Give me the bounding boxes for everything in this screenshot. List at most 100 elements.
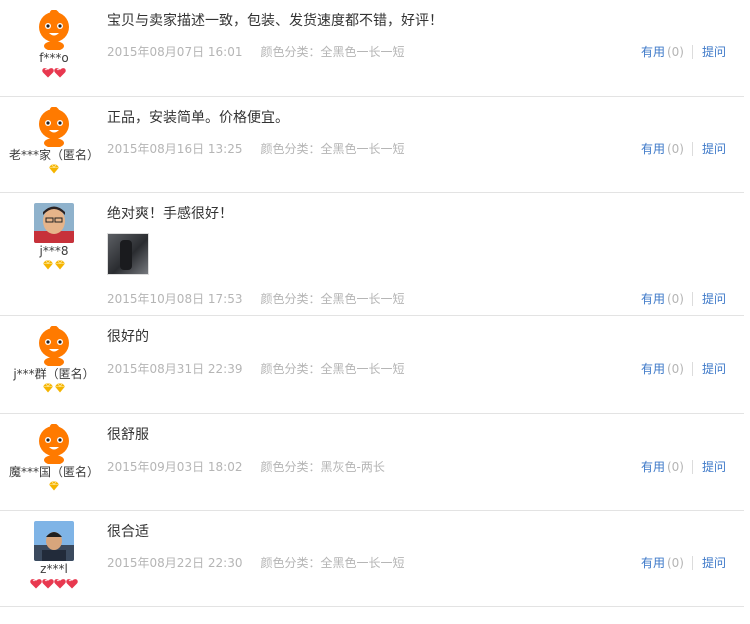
- review-body: 正品，安装简单。价格便宜。: [107, 109, 744, 127]
- useful-count: (0): [666, 460, 684, 474]
- useful-button[interactable]: 有用: [641, 460, 665, 474]
- buyer-level: [0, 481, 108, 493]
- useful-button[interactable]: 有用: [641, 362, 665, 376]
- useful-button[interactable]: 有用: [641, 45, 665, 59]
- useful-count: (0): [666, 556, 684, 570]
- divider: [691, 460, 693, 474]
- red-heart-icon: [30, 578, 42, 589]
- review-meta: 2015年08月16日 13:25 颜色分类：全黑色一长一短: [107, 140, 405, 157]
- user-photo-avatar-icon[interactable]: [34, 521, 74, 561]
- review-item: z***l 很合适 2015年08月22日 22:30 颜色分类：全黑色一长一短 …: [0, 511, 744, 607]
- ask-question-button[interactable]: 提问: [702, 45, 726, 59]
- red-heart-icon: [54, 578, 66, 589]
- review-date: 2015年08月31日 22:39: [107, 362, 243, 376]
- review-item: 老***家（匿名） 正品，安装简单。价格便宜。 2015年08月16日 13:2…: [0, 97, 744, 193]
- yellow-diamond-icon: [42, 383, 54, 393]
- red-heart-icon: [42, 67, 54, 78]
- divider: [691, 292, 693, 306]
- reviewer-name[interactable]: j***群（匿名）: [0, 367, 108, 381]
- useful-count: (0): [666, 142, 684, 156]
- review-item: j***8 绝对爽！手感很好！ 2015年10月08日 17:53 颜色分类：全黑…: [0, 193, 744, 316]
- sku-info: 颜色分类：全黑色一长一短: [260, 556, 405, 570]
- review-meta: 2015年08月07日 16:01 颜色分类：全黑色一长一短: [107, 43, 405, 60]
- review-item: 魔***国（匿名） 很舒服 2015年09月03日 18:02 颜色分类：黑灰色-…: [0, 414, 744, 511]
- reviewer-name[interactable]: 老***家（匿名）: [0, 148, 108, 162]
- ask-question-button[interactable]: 提问: [702, 556, 726, 570]
- ask-question-button[interactable]: 提问: [702, 460, 726, 474]
- yellow-diamond-icon: [48, 164, 60, 174]
- review-date: 2015年08月07日 16:01: [107, 45, 243, 59]
- buyer-level: [0, 578, 108, 590]
- review-photo-thumbnail[interactable]: [107, 233, 149, 275]
- review-text: 宝贝与卖家描述一致，包装、发货速度都不错，好评！: [107, 13, 443, 29]
- review-actions: 有用 (0) 提问: [641, 458, 726, 475]
- reviewer-name[interactable]: 魔***国（匿名）: [0, 465, 108, 479]
- useful-count: (0): [666, 292, 684, 306]
- buyer-level: [0, 67, 108, 79]
- review-text: 很舒服: [107, 427, 149, 443]
- review-text: 很合适: [107, 524, 149, 540]
- review-actions: 有用 (0) 提问: [641, 360, 726, 377]
- yellow-diamond-icon: [54, 383, 66, 393]
- ask-question-button[interactable]: 提问: [702, 142, 726, 156]
- reviewer: 老***家（匿名）: [0, 107, 108, 176]
- sku-info: 颜色分类：全黑色一长一短: [260, 362, 405, 376]
- reviewer: 魔***国（匿名）: [0, 424, 108, 493]
- buyer-level: [0, 383, 108, 395]
- review-meta: 2015年10月08日 17:53 颜色分类：全黑色一长一短: [107, 290, 405, 307]
- useful-button[interactable]: 有用: [641, 556, 665, 570]
- red-heart-icon: [42, 578, 54, 589]
- review-body: 很舒服: [107, 426, 744, 444]
- divider: [691, 556, 693, 570]
- review-body: 很好的: [107, 328, 744, 346]
- reviewer: f***o: [0, 10, 108, 79]
- review-actions: 有用 (0) 提问: [641, 554, 726, 571]
- reviewer: j***8: [0, 203, 108, 272]
- ask-question-button[interactable]: 提问: [702, 362, 726, 376]
- review-actions: 有用 (0) 提问: [641, 140, 726, 157]
- review-actions: 有用 (0) 提问: [641, 43, 726, 60]
- useful-button[interactable]: 有用: [641, 292, 665, 306]
- review-meta: 2015年09月03日 18:02 颜色分类：黑灰色-两长: [107, 458, 385, 475]
- divider: [691, 362, 693, 376]
- useful-count: (0): [666, 45, 684, 59]
- useful-count: (0): [666, 362, 684, 376]
- sku-info: 颜色分类：全黑色一长一短: [260, 45, 405, 59]
- review-date: 2015年10月08日 17:53: [107, 292, 243, 306]
- reviewer: z***l: [0, 521, 108, 590]
- taobao-doll-avatar-icon[interactable]: [34, 107, 74, 147]
- review-meta: 2015年08月31日 22:39 颜色分类：全黑色一长一短: [107, 360, 405, 377]
- sku-info: 颜色分类：全黑色一长一短: [260, 292, 405, 306]
- buyer-level: [0, 260, 108, 272]
- reviewer-name[interactable]: j***8: [0, 244, 108, 258]
- useful-button[interactable]: 有用: [641, 142, 665, 156]
- red-heart-icon: [66, 578, 78, 589]
- taobao-doll-avatar-icon[interactable]: [34, 326, 74, 366]
- sku-info: 颜色分类：黑灰色-两长: [260, 460, 385, 474]
- review-text: 绝对爽！手感很好！: [107, 206, 233, 222]
- review-date: 2015年09月03日 18:02: [107, 460, 243, 474]
- yellow-diamond-icon: [54, 260, 66, 270]
- review-item: j***群（匿名） 很好的 2015年08月31日 22:39 颜色分类：全黑色一…: [0, 316, 744, 414]
- divider: [691, 142, 693, 156]
- divider: [691, 45, 693, 59]
- buyer-level: [0, 164, 108, 176]
- sku-info: 颜色分类：全黑色一长一短: [260, 142, 405, 156]
- yellow-diamond-icon: [42, 260, 54, 270]
- yellow-diamond-icon: [48, 481, 60, 491]
- review-item: f***o 宝贝与卖家描述一致，包装、发货速度都不错，好评！ 2015年08月0…: [0, 0, 744, 97]
- taobao-doll-avatar-icon[interactable]: [34, 10, 74, 50]
- ask-question-button[interactable]: 提问: [702, 292, 726, 306]
- user-photo-avatar-icon[interactable]: [34, 203, 74, 243]
- review-text: 正品，安装简单。价格便宜。: [107, 110, 289, 126]
- review-meta: 2015年08月22日 22:30 颜色分类：全黑色一长一短: [107, 554, 405, 571]
- review-body: 很合适: [107, 523, 744, 541]
- reviewer-name[interactable]: f***o: [0, 51, 108, 65]
- review-date: 2015年08月22日 22:30: [107, 556, 243, 570]
- review-body: 宝贝与卖家描述一致，包装、发货速度都不错，好评！: [107, 12, 744, 30]
- taobao-doll-avatar-icon[interactable]: [34, 424, 74, 464]
- reviewer-name[interactable]: z***l: [0, 562, 108, 576]
- review-list: f***o 宝贝与卖家描述一致，包装、发货速度都不错，好评！ 2015年08月0…: [0, 0, 744, 607]
- review-actions: 有用 (0) 提问: [641, 290, 726, 307]
- review-text: 很好的: [107, 329, 149, 345]
